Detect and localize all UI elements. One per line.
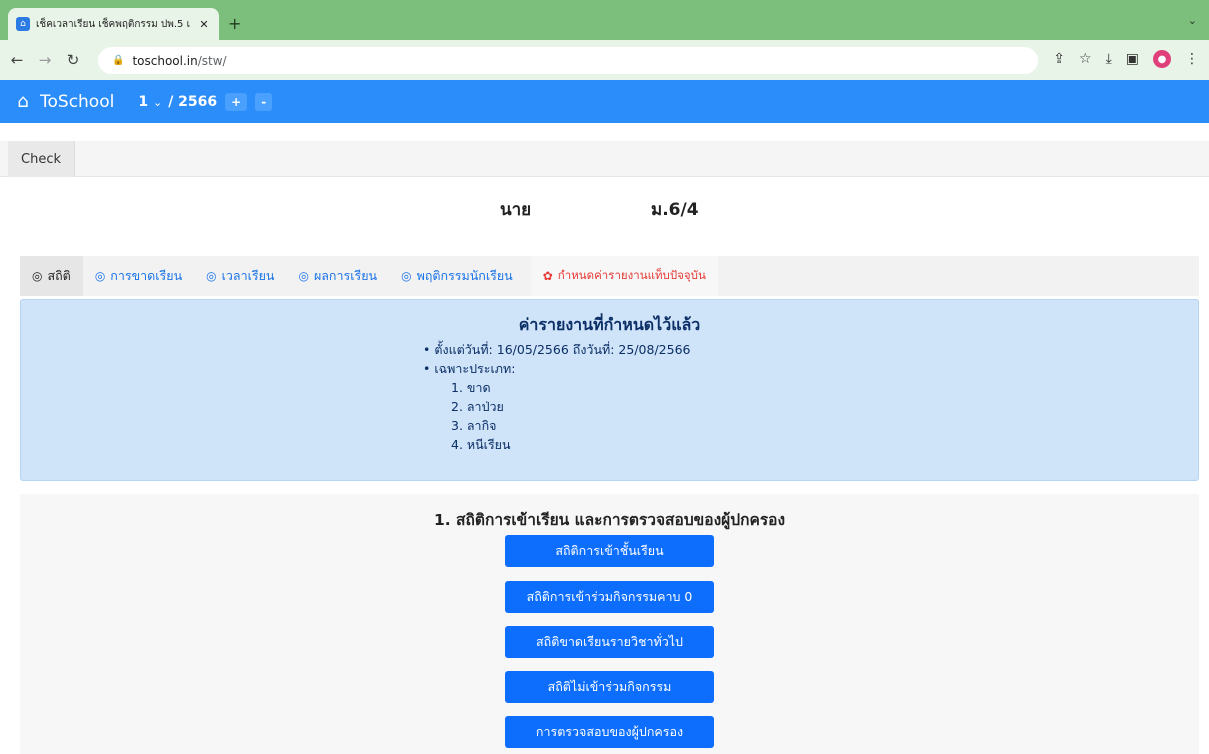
- share-icon[interactable]: ⇪: [1053, 51, 1065, 67]
- target-icon: ◎: [206, 269, 217, 283]
- list-item: 1. ขาด: [451, 380, 491, 395]
- tab-absence[interactable]: ◎ การขาดเรียน: [83, 256, 194, 296]
- target-icon: ◎: [298, 269, 309, 283]
- term-select[interactable]: 1 ⌄: [138, 94, 162, 110]
- report-settings-panel: ค่ารายงานที่กำหนดไว้แล้ว ตั้งแต่วันที่: …: [20, 299, 1199, 481]
- tab-statistics[interactable]: ◎ สถิติ: [20, 256, 83, 296]
- tab-behavior[interactable]: ◎ พฤติกรรมนักเรียน: [389, 256, 525, 296]
- address-bar[interactable]: 🔒 toschool.in/stw/: [98, 47, 1038, 74]
- tab-label: ผลการเรียน: [313, 268, 378, 283]
- attendance-stats-section: 1. สถิติการเข้าเรียน และการตรวจสอบของผู้…: [20, 494, 1199, 754]
- side-panel-icon[interactable]: ▣: [1126, 51, 1139, 67]
- back-arrow-icon[interactable]: ←: [6, 51, 28, 69]
- parent-check-button[interactable]: การตรวจสอบของผู้ปกครอง: [505, 716, 714, 748]
- browser-tab[interactable]: ⌂ เช็คเวลาเรียน เช็คพฤติกรรม ปพ.5 เ ✕: [8, 8, 219, 40]
- browser-toolbar: ← → ↻ 🔒 toschool.in/stw/ ⇪ ☆ ⤓ ▣ ● ⋮: [0, 40, 1209, 80]
- tab-attendance-time[interactable]: ◎ เวลาเรียน: [194, 256, 286, 296]
- year-value: / 2566: [168, 93, 218, 110]
- general-subject-absence-stats-button[interactable]: สถิติขาดเรียนรายวิชาทั่วไป: [505, 626, 714, 658]
- period-zero-activity-stats-button[interactable]: สถิติการเข้าร่วมกิจกรรมคาบ 0: [505, 581, 714, 613]
- chevron-down-icon: ⌄: [152, 95, 163, 109]
- forward-arrow-icon[interactable]: →: [34, 51, 56, 69]
- app-navbar: ⌂ ToSchool 1 ⌄ / 2566 + -: [0, 80, 1209, 123]
- section-heading: 1. สถิติการเข้าเรียน และการตรวจสอบของผู้…: [433, 511, 786, 529]
- school-logo-icon[interactable]: ⌂: [12, 91, 34, 113]
- list-item: 3. ลากิจ: [451, 418, 497, 433]
- tab-grades[interactable]: ◎ ผลการเรียน: [286, 256, 389, 296]
- term-value: 1: [138, 93, 149, 110]
- year-minus-button[interactable]: -: [255, 92, 273, 111]
- check-tab[interactable]: Check: [8, 141, 75, 177]
- list-item: 2. ลาป่วย: [451, 399, 504, 414]
- menu-kebab-icon[interactable]: ⋮: [1185, 51, 1199, 67]
- report-settings-heading: ค่ารายงานที่กำหนดไว้แล้ว: [518, 315, 701, 334]
- profile-avatar-icon[interactable]: ●: [1153, 50, 1171, 68]
- tab-label: เวลาเรียน: [221, 268, 275, 283]
- tab-label: การขาดเรียน: [110, 268, 183, 283]
- download-icon[interactable]: ⤓: [1106, 51, 1112, 67]
- term-selector: 1 ⌄ / 2566 + -: [138, 92, 273, 111]
- tab-report-settings[interactable]: ✿ กำหนดค่ารายงานแท็บปัจจุบัน: [530, 256, 718, 296]
- type-list: 1. ขาด 2. ลาป่วย 3. ลากิจ 4. หนีเรียน: [451, 378, 511, 454]
- target-icon: ◎: [32, 269, 43, 283]
- date-range-text: ตั้งแต่วันที่: 16/05/2566 ถึงวันที่: 25/…: [423, 340, 690, 359]
- student-name: นาย: [500, 200, 532, 220]
- tab-search-chevron-icon[interactable]: ⌄: [1188, 14, 1197, 27]
- type-label-text: เฉพาะประเภท:: [423, 359, 690, 378]
- close-tab-icon[interactable]: ✕: [197, 18, 211, 31]
- browser-tab-title: เช็คเวลาเรียน เช็คพฤติกรรม ปพ.5 เ: [36, 18, 191, 30]
- reload-icon[interactable]: ↻: [62, 51, 84, 69]
- target-icon: ◎: [94, 269, 106, 283]
- bookmark-star-icon[interactable]: ☆: [1079, 51, 1092, 67]
- list-item: 4. หนีเรียน: [451, 437, 511, 452]
- tab-label: พฤติกรรมนักเรียน: [416, 268, 513, 283]
- tab-label: กำหนดค่ารายงานแท็บปัจจุบัน: [557, 268, 706, 282]
- student-class: ม.6/4: [651, 200, 699, 220]
- site-favicon-icon: ⌂: [16, 17, 30, 31]
- tab-label: สถิติ: [47, 268, 71, 283]
- class-attendance-stats-button[interactable]: สถิติการเข้าชั้นเรียน: [505, 535, 714, 567]
- lock-icon[interactable]: 🔒: [112, 55, 124, 66]
- gear-icon: ✿: [542, 269, 553, 283]
- check-bar: Check: [0, 141, 1209, 177]
- brand-name[interactable]: ToSchool: [40, 92, 114, 112]
- new-tab-icon[interactable]: +: [228, 14, 241, 33]
- url-host: toschool.in: [132, 53, 198, 68]
- report-settings-list: ตั้งแต่วันที่: 16/05/2566 ถึงวันที่: 25/…: [423, 340, 690, 378]
- year-plus-button[interactable]: +: [225, 92, 248, 111]
- toolbar-actions: ⇪ ☆ ⤓ ▣ ● ⋮: [1053, 50, 1199, 68]
- browser-tab-strip: ⌂ เช็คเวลาเรียน เช็คพฤติกรรม ปพ.5 เ ✕ + …: [0, 0, 1209, 40]
- report-tabs: ◎ สถิติ ◎ การขาดเรียน ◎ เวลาเรียน ◎ ผลการเรี…: [20, 256, 1199, 296]
- activity-absence-stats-button[interactable]: สถิติไม่เข้าร่วมกิจกรรม: [505, 671, 714, 703]
- target-icon: ◎: [401, 269, 412, 283]
- url-path: /stw/: [197, 53, 227, 68]
